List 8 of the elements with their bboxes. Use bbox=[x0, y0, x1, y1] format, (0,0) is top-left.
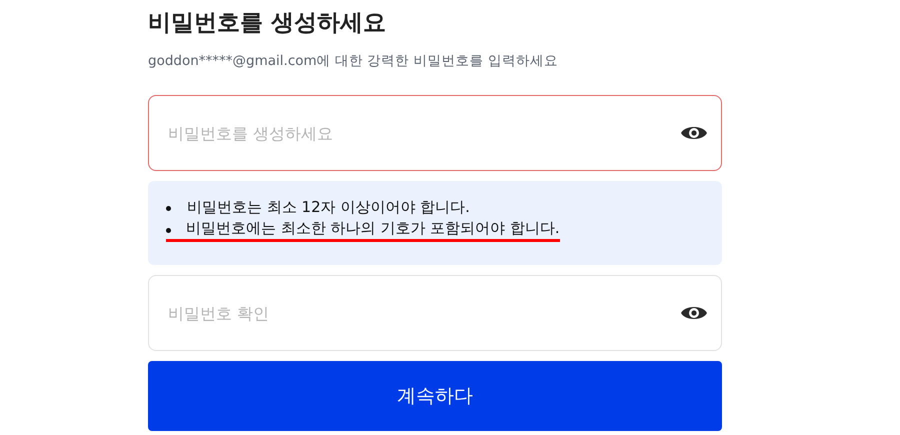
bullet-icon bbox=[166, 228, 171, 232]
bullet-icon bbox=[166, 206, 171, 210]
requirement-text: 비밀번호는 최소 12자 이상이어야 합니다. bbox=[187, 198, 470, 218]
page-title: 비밀번호를 생성하세요 bbox=[148, 9, 388, 38]
requirement-text: 비밀번호에는 최소한 하나의 기호가 포함되어야 합니다. bbox=[166, 218, 560, 242]
password-field[interactable]: 비밀번호를 생성하세요 bbox=[148, 95, 722, 171]
continue-button[interactable]: 계속하다 bbox=[148, 361, 722, 431]
subtitle: goddon*****@gmail.com에 대한 강력한 비밀번호를 입력하세요 bbox=[148, 52, 559, 70]
